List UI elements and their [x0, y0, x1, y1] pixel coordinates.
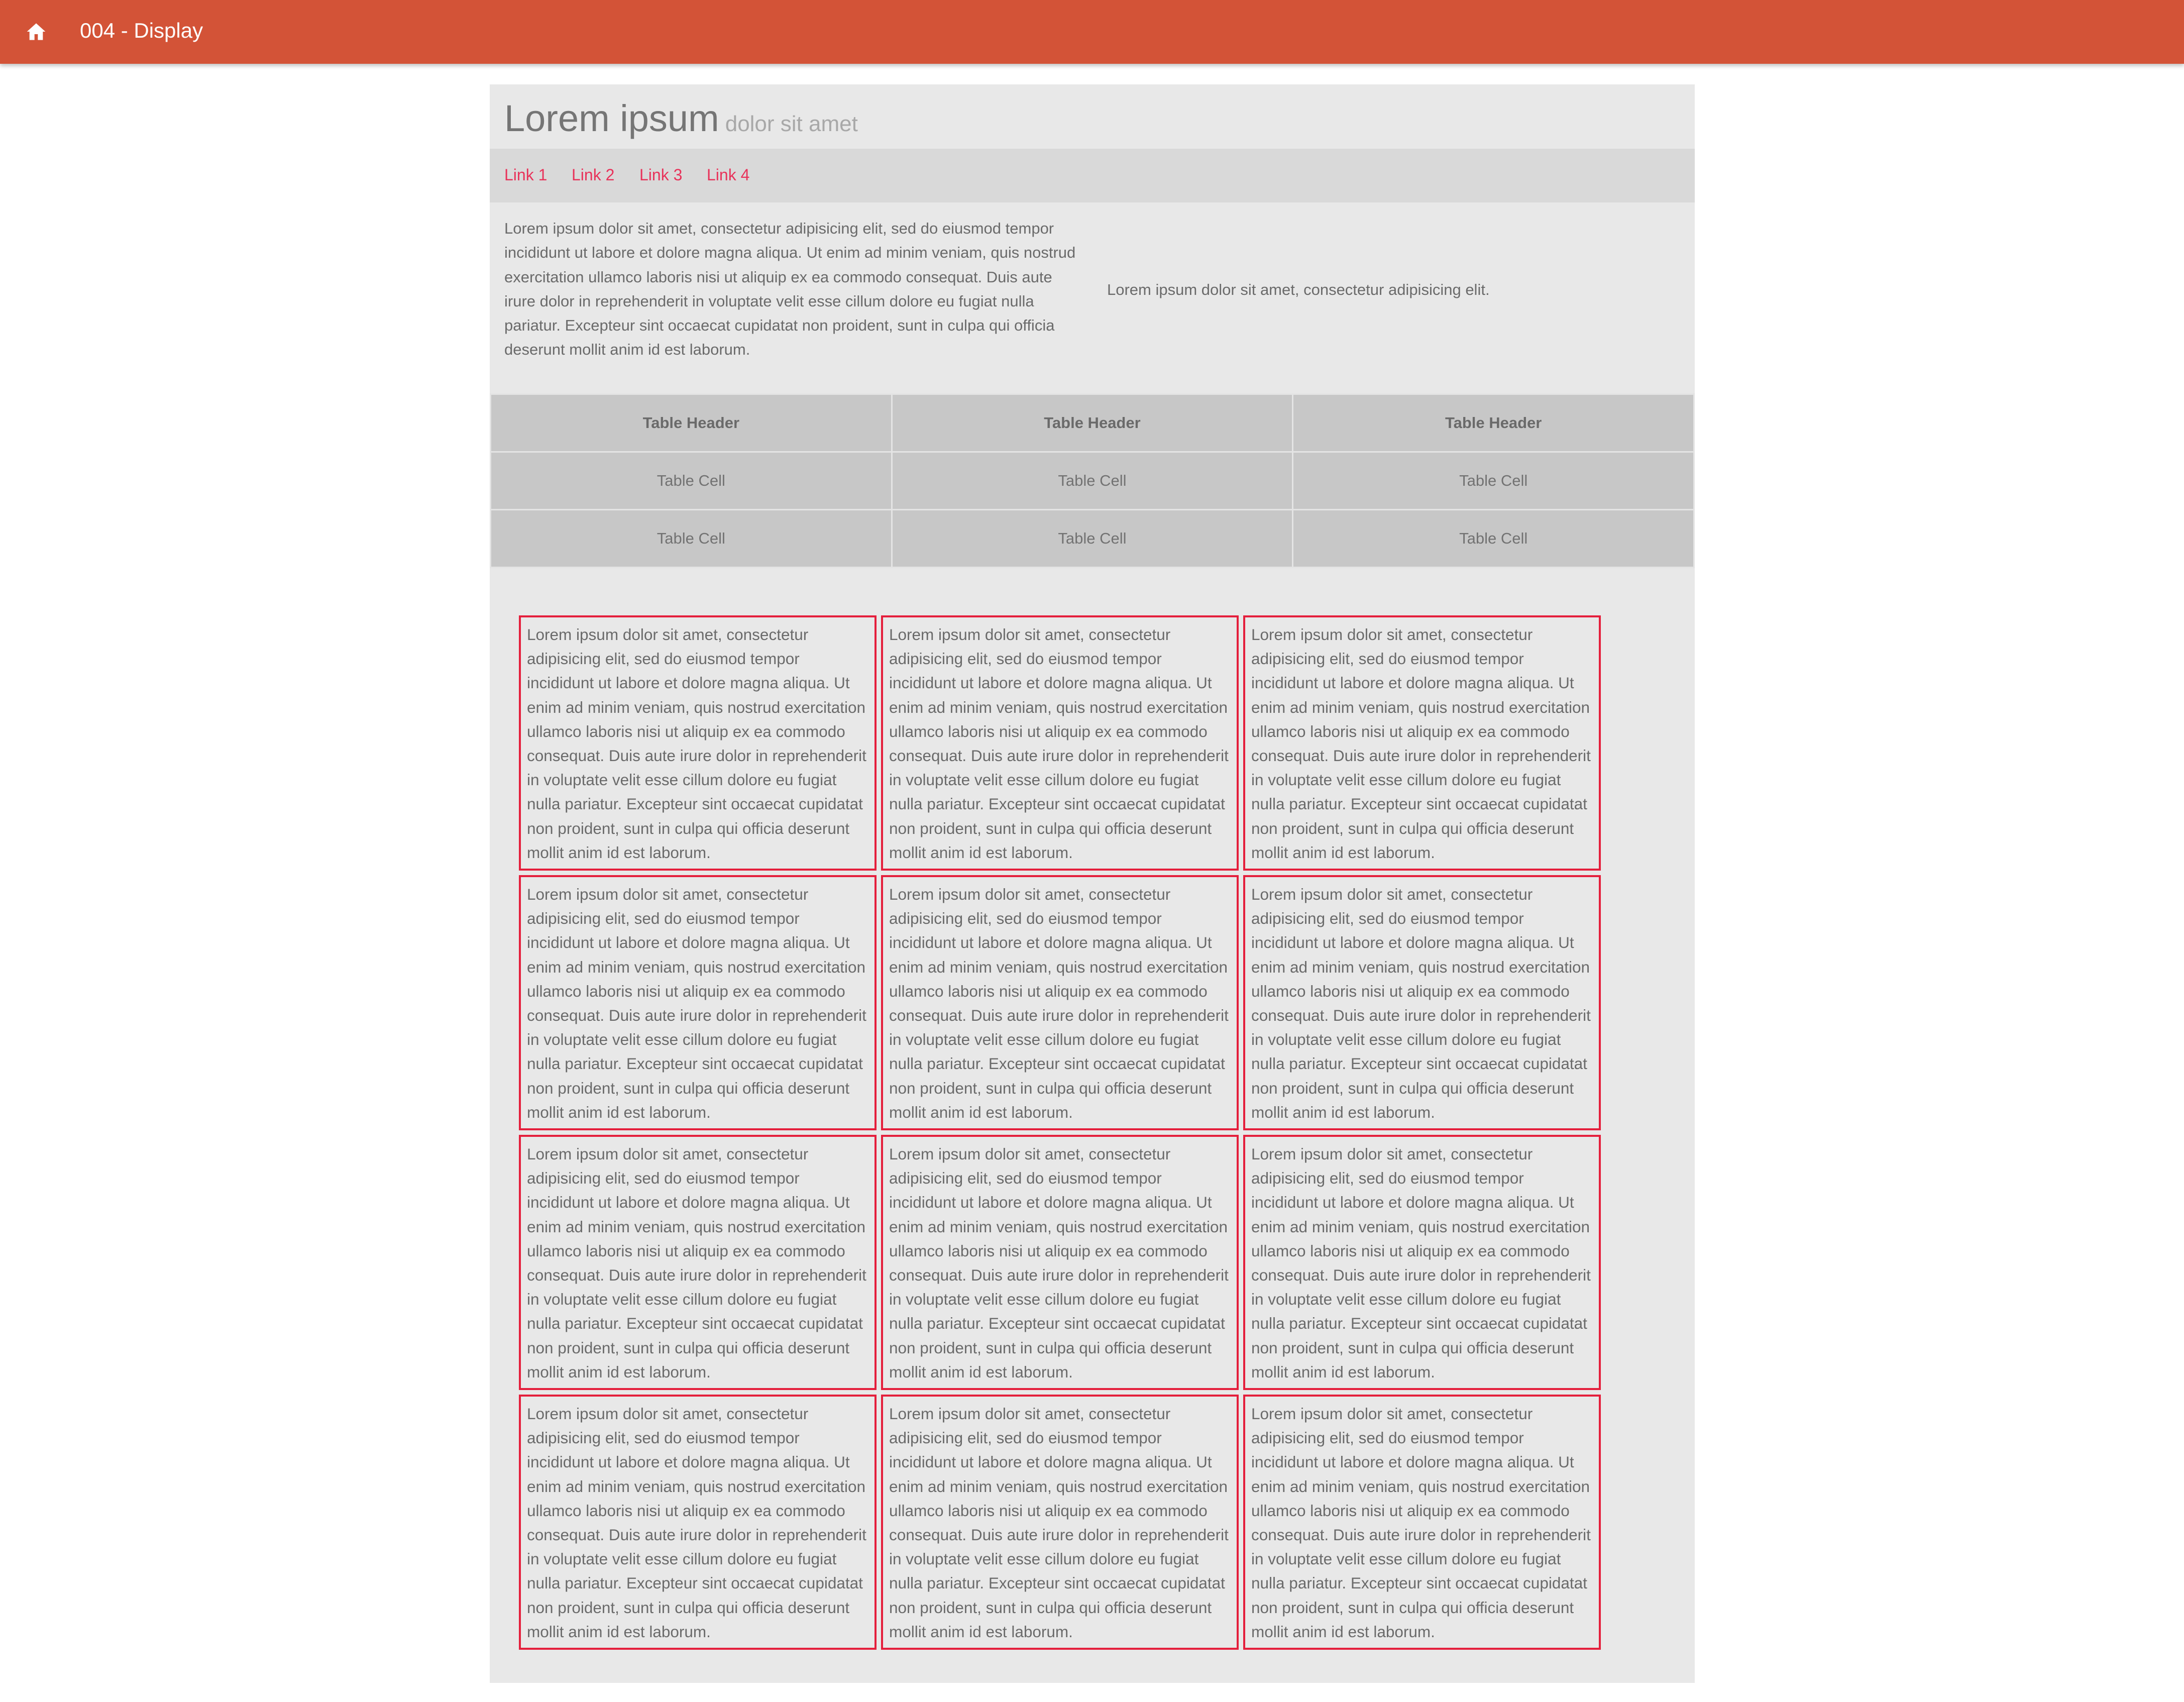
page-container: Lorem ipsum dolor sit amet Link 1 Link 2 …	[490, 84, 1695, 1683]
text-card: Lorem ipsum dolor sit amet, consectetur …	[519, 1135, 877, 1390]
table-header-cell: Table Header	[490, 393, 893, 453]
text-card: Lorem ipsum dolor sit amet, consectetur …	[881, 615, 1239, 871]
page-title-text: Lorem ipsum	[504, 97, 719, 139]
intro-paragraph: Lorem ipsum dolor sit amet, consectetur …	[504, 220, 1076, 359]
app-title: 004 - Display	[80, 19, 203, 42]
text-card: Lorem ipsum dolor sit amet, consectetur …	[519, 615, 877, 871]
page-header: Lorem ipsum dolor sit amet	[490, 84, 1695, 149]
text-card: Lorem ipsum dolor sit amet, consectetur …	[881, 1395, 1239, 1650]
nav-link-2[interactable]: Link 2	[572, 164, 614, 186]
nav-link-4[interactable]: Link 4	[707, 164, 749, 186]
text-card: Lorem ipsum dolor sit amet, consectetur …	[519, 1395, 877, 1650]
table-cell: Table Cell	[891, 509, 1294, 568]
table-cell: Table Cell	[891, 451, 1294, 510]
table-row: Table Cell Table Cell Table Cell	[490, 451, 1695, 510]
text-card: Lorem ipsum dolor sit amet, consectetur …	[881, 1135, 1239, 1390]
table-header-cell: Table Header	[1292, 393, 1695, 453]
table-cell: Table Cell	[490, 451, 893, 510]
table-cell: Table Cell	[490, 509, 893, 568]
data-table: Table Header Table Header Table Header T…	[490, 393, 1695, 568]
nav-link-1[interactable]: Link 1	[504, 164, 547, 186]
table-row: Table Cell Table Cell Table Cell	[490, 509, 1695, 568]
top-app-bar: 004 - Display	[0, 0, 2184, 64]
nav-bar: Link 1 Link 2 Link 3 Link 4	[490, 149, 1695, 202]
intro-side-text: Lorem ipsum dolor sit amet, consectetur …	[1107, 281, 1490, 298]
text-card: Lorem ipsum dolor sit amet, consectetur …	[1243, 875, 1601, 1130]
text-card: Lorem ipsum dolor sit amet, consectetur …	[881, 875, 1239, 1130]
text-card: Lorem ipsum dolor sit amet, consectetur …	[1243, 1135, 1601, 1390]
nav-link-3[interactable]: Link 3	[639, 164, 682, 186]
text-card: Lorem ipsum dolor sit amet, consectetur …	[519, 875, 877, 1130]
table-header-cell: Table Header	[891, 393, 1294, 453]
table-cell: Table Cell	[1292, 451, 1695, 510]
text-card: Lorem ipsum dolor sit amet, consectetur …	[1243, 1395, 1601, 1650]
home-icon[interactable]	[26, 22, 46, 41]
page-subtitle: dolor sit amet	[725, 112, 858, 136]
page-title: Lorem ipsum dolor sit amet	[504, 94, 858, 148]
table-header-row: Table Header Table Header Table Header	[490, 393, 1695, 453]
table-cell: Table Cell	[1292, 509, 1695, 568]
card-grid: Lorem ipsum dolor sit amet, consectetur …	[519, 615, 1601, 1650]
text-card: Lorem ipsum dolor sit amet, consectetur …	[1243, 615, 1601, 871]
